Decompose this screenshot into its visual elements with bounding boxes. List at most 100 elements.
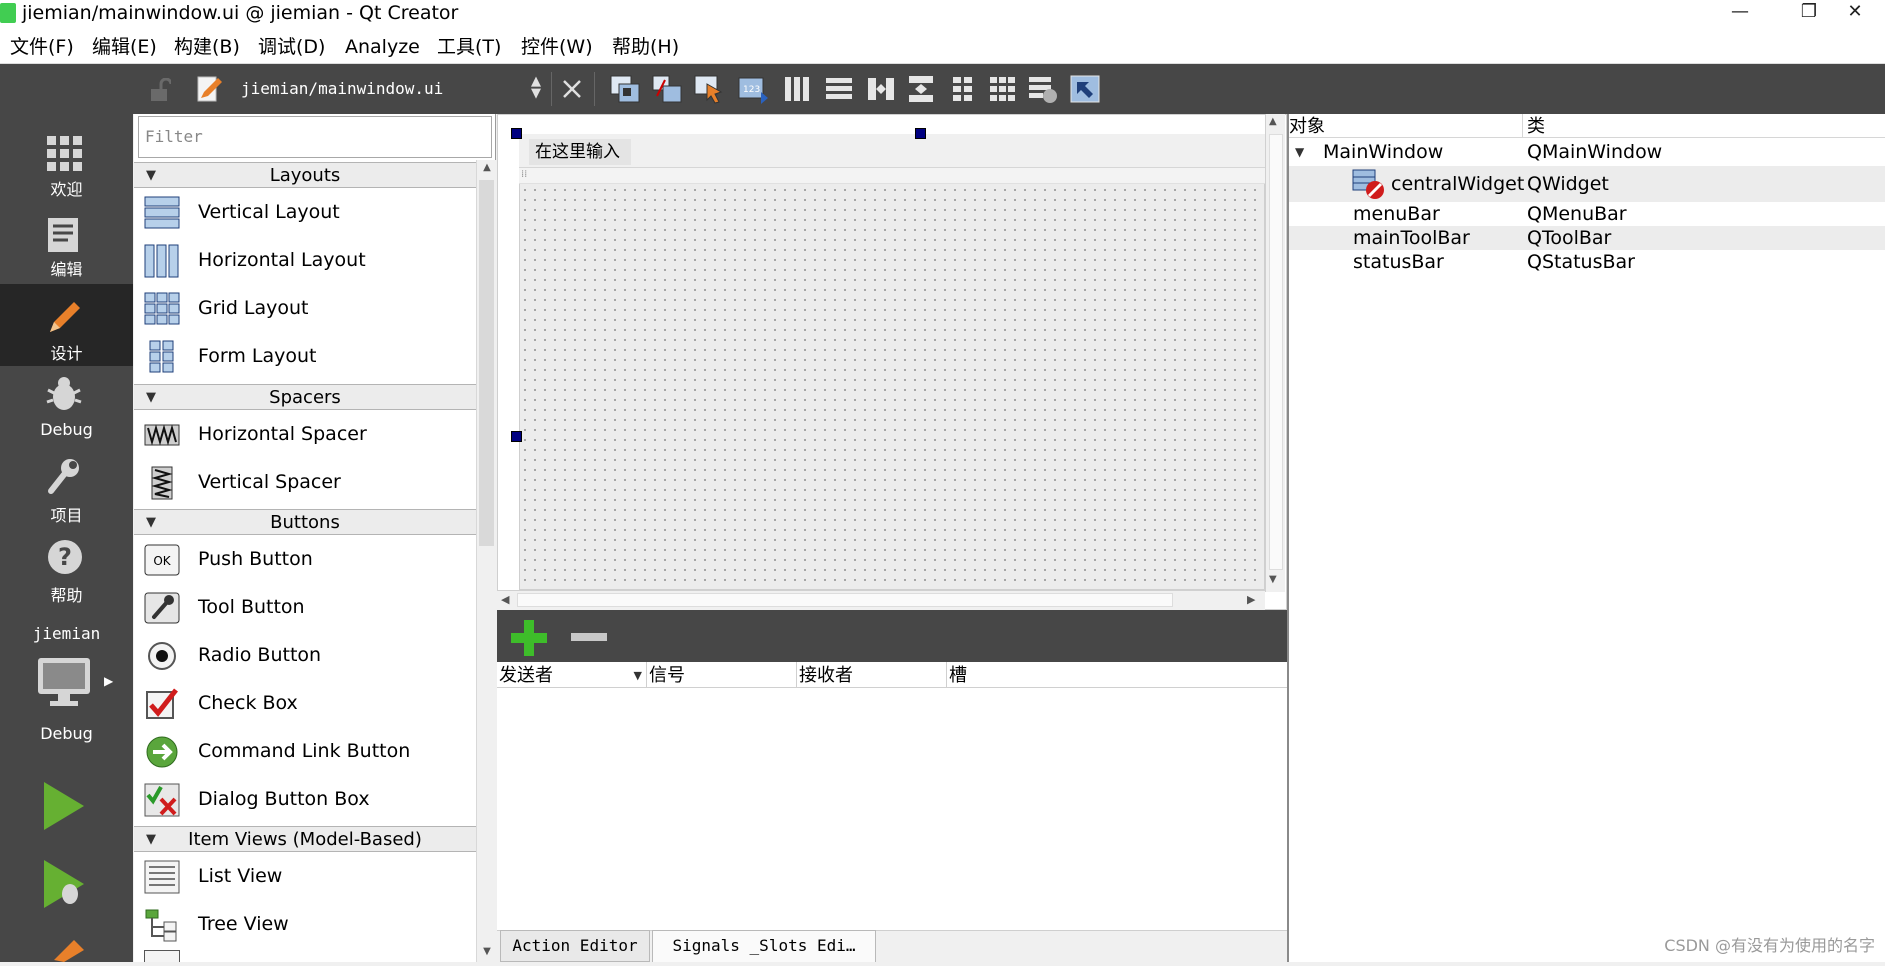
selection-handle[interactable] (915, 128, 926, 139)
widget-tool-button[interactable]: Tool Button (134, 583, 476, 631)
scroll-up-arrow-icon[interactable]: ▲ (480, 162, 494, 176)
category-item-views[interactable]: ▼ Item Views (Model-Based) (134, 826, 476, 852)
edit-buddies-icon[interactable] (693, 74, 725, 104)
mode-debug[interactable]: Debug (0, 368, 133, 448)
build-button[interactable] (40, 936, 90, 962)
widget-dialog-button-box[interactable]: Dialog Button Box (134, 775, 476, 823)
widget-label: Push Button (198, 548, 313, 570)
scroll-down-arrow-icon[interactable]: ▼ (480, 946, 494, 960)
main-window-form[interactable] (519, 134, 1265, 590)
scrollbar-thumb[interactable] (1269, 134, 1283, 570)
widget-list-view[interactable]: List View (134, 852, 476, 900)
category-spacers[interactable]: ▼ Spacers (134, 384, 476, 410)
scroll-down-arrow-icon[interactable]: ▼ (1269, 574, 1277, 585)
widgetbox-scrollbar[interactable]: ▲ ▼ (476, 160, 496, 962)
menu-tools[interactable]: 工具(T) (437, 28, 501, 64)
mode-projects[interactable]: 项目 (0, 450, 133, 530)
widget-radio-button[interactable]: Radio Button (134, 631, 476, 679)
toolbar-separator (551, 72, 552, 106)
widget-tree-view[interactable]: Tree View (134, 900, 476, 948)
run-button[interactable] (38, 778, 88, 834)
debug-run-button[interactable] (38, 856, 88, 912)
horizontal-spacer-icon (144, 424, 180, 446)
close-document-icon[interactable] (561, 78, 583, 100)
widget-label: Vertical Spacer (198, 471, 341, 493)
header-class[interactable]: 类 (1527, 114, 1885, 138)
widget-filter-input[interactable]: Filter (138, 116, 492, 158)
menu-file[interactable]: 文件(F) (10, 28, 74, 64)
selection-handle[interactable] (511, 128, 522, 139)
welcome-grid-icon (47, 136, 82, 171)
widget-horizontal-spacer[interactable]: Horizontal Spacer (134, 410, 476, 458)
mode-welcome[interactable]: 欢迎 (0, 124, 133, 204)
vertical-spacer-icon (151, 466, 173, 500)
category-layouts[interactable]: ▼ Layouts (134, 162, 476, 188)
column-slot[interactable]: 槽 (947, 662, 1287, 688)
widget-label: Grid Layout (198, 297, 309, 319)
inspector-row-centralwidget[interactable]: centralWidget QWidget (1289, 166, 1885, 202)
layout-form-icon[interactable] (947, 74, 979, 104)
canvas-horizontal-scrollbar[interactable]: ◀ ▶ (497, 590, 1265, 610)
column-signal[interactable]: 信号 (647, 662, 797, 688)
expand-arrow-icon: ▼ (1295, 145, 1305, 159)
header-object[interactable]: 对象 (1289, 114, 1523, 138)
file-switch-updown-icon[interactable]: ▲ ▼ (527, 75, 545, 102)
tab-signals-slots-editor[interactable]: Signals _Slots Edi… (652, 930, 876, 962)
object-name: menuBar (1353, 203, 1440, 225)
remove-connection-icon[interactable] (569, 630, 609, 644)
canvas-vertical-scrollbar[interactable]: ▲ ▼ (1265, 114, 1285, 592)
form-layout-icon (149, 340, 174, 373)
mode-edit[interactable]: 编辑 (0, 204, 133, 284)
widget-label: Horizontal Layout (198, 249, 366, 271)
minimize-button[interactable]: — (1710, 0, 1770, 28)
inspector-row-mainwindow[interactable]: ▼ MainWindow QMainWindow (1289, 140, 1885, 164)
menu-analyze[interactable]: Analyze (345, 28, 420, 64)
widget-command-link-button[interactable]: Command Link Button (134, 727, 476, 775)
scrollbar-thumb[interactable] (479, 180, 494, 546)
object-name: mainToolBar (1353, 227, 1470, 249)
menu-debug[interactable]: 调试(D) (258, 28, 325, 64)
scrollbar-thumb[interactable] (517, 593, 1173, 607)
widget-grid-layout[interactable]: Grid Layout (134, 284, 476, 332)
edit-widgets-icon[interactable] (609, 74, 641, 104)
layout-grid-icon[interactable] (987, 74, 1019, 104)
qt-creator-logo-icon (0, 3, 16, 23)
mode-help[interactable]: ? 帮助 (0, 530, 133, 610)
inspector-row-maintoolbar[interactable]: mainToolBar QToolBar (1289, 226, 1885, 250)
menu-widget[interactable]: 控件(W) (521, 28, 593, 64)
form-menu-type-here[interactable]: 在这里输入 (529, 139, 631, 165)
splitter-horizontal-icon[interactable] (865, 74, 897, 104)
tab-action-editor[interactable]: Action Editor (500, 930, 650, 962)
inspector-row-menubar[interactable]: menuBar QMenuBar (1289, 202, 1885, 226)
column-receiver[interactable]: 接收者 (797, 662, 947, 688)
adjust-size-icon[interactable] (1069, 74, 1101, 104)
unlock-icon[interactable] (149, 78, 171, 102)
scroll-up-arrow-icon[interactable]: ▲ (1269, 116, 1277, 127)
inspector-row-statusbar[interactable]: statusBar QStatusBar (1289, 250, 1885, 274)
edit-tab-order-icon[interactable]: 123 (737, 74, 769, 104)
close-button[interactable]: ✕ (1825, 0, 1885, 28)
selection-handle[interactable] (511, 431, 522, 442)
widget-check-box[interactable]: Check Box (134, 679, 476, 727)
layout-vertically-icon[interactable] (823, 74, 855, 104)
column-sender[interactable]: 发送者 ▼ (497, 662, 647, 688)
mode-design[interactable]: 设计 (0, 284, 133, 366)
widget-horizontal-layout[interactable]: Horizontal Layout (134, 236, 476, 284)
push-button-icon: OK (144, 544, 180, 576)
layout-horizontally-icon[interactable] (781, 74, 813, 104)
break-layout-icon[interactable] (1027, 74, 1059, 104)
widget-vertical-spacer[interactable]: Vertical Spacer (134, 458, 476, 506)
edit-signals-slots-icon[interactable] (651, 74, 683, 104)
menu-build[interactable]: 构建(B) (174, 28, 240, 64)
splitter-vertical-icon[interactable] (905, 74, 937, 104)
add-connection-icon[interactable] (509, 618, 549, 658)
scroll-left-arrow-icon[interactable]: ◀ (501, 593, 509, 606)
category-buttons[interactable]: ▼ Buttons (134, 509, 476, 535)
widget-push-button[interactable]: OK Push Button (134, 535, 476, 583)
scroll-right-arrow-icon[interactable]: ▶ (1247, 593, 1255, 606)
widget-form-layout[interactable]: Form Layout (134, 332, 476, 380)
menu-help[interactable]: 帮助(H) (612, 28, 679, 64)
connections-table-body[interactable] (497, 688, 1287, 930)
menu-edit[interactable]: 编辑(E) (92, 28, 157, 64)
widget-vertical-layout[interactable]: Vertical Layout (134, 188, 476, 236)
